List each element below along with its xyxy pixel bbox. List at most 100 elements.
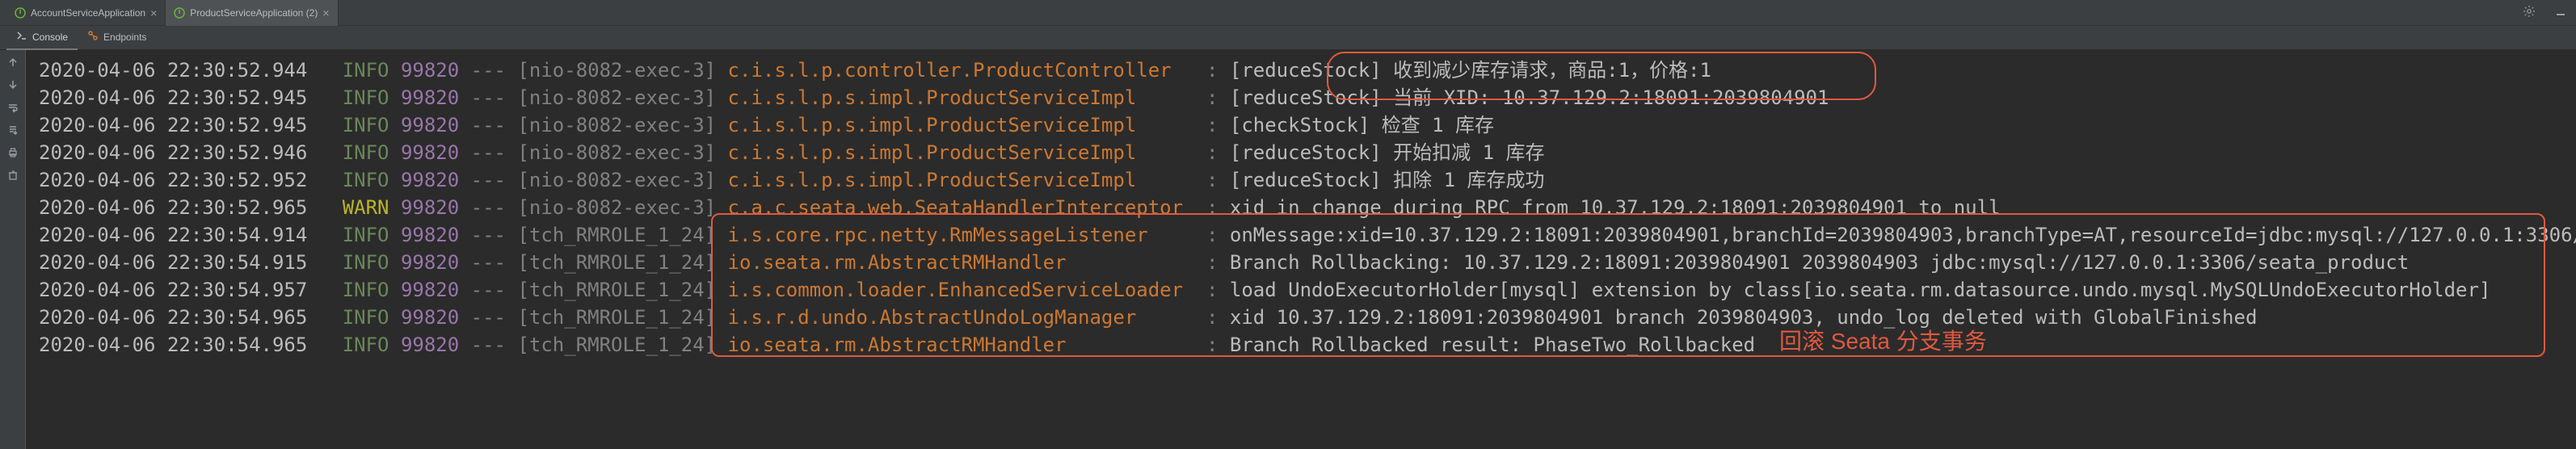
log-level: INFO [307,304,389,331]
log-timestamp: 2020-04-06 22:30:54.915 [39,249,307,276]
log-line: 2020-04-06 22:30:52.946 INFO 99820 --- [… [39,139,2576,166]
log-timestamp: 2020-04-06 22:30:54.957 [39,276,307,304]
minimize-icon[interactable] [2545,6,2576,19]
log-dash: --- [459,249,517,276]
subtab-bar: Console Endpoints [0,26,2576,50]
console-output[interactable]: 2020-04-06 22:30:52.944 INFO 99820 --- [… [26,50,2576,449]
log-dash: --- [459,304,517,331]
down-arrow-icon[interactable] [7,79,19,90]
log-class: io.seata.rm.AbstractRMHandler [716,249,1194,276]
log-class: c.a.c.seata.web.SeataHandlerInterceptor [716,194,1194,221]
log-dash: --- [459,221,517,249]
log-level: INFO [307,249,389,276]
run-config-tabbar: AccountServiceApplication × ProductServi… [0,0,2576,26]
log-dash: --- [459,194,517,221]
clear-icon[interactable] [7,170,19,181]
log-sep: : [1195,276,1230,304]
log-message: [reduceStock] 开始扣减 1 库存 [1230,139,1545,166]
log-message: Branch Rollbacked result: PhaseTwo_Rollb… [1230,331,1755,359]
log-sep: : [1195,331,1230,359]
log-dash: --- [459,331,517,359]
log-timestamp: 2020-04-06 22:30:52.965 [39,194,307,221]
log-message: [reduceStock] 扣除 1 库存成功 [1230,166,1545,194]
log-level: WARN [307,194,389,221]
log-dash: --- [459,111,517,139]
soft-wrap-icon[interactable] [7,102,19,113]
log-level: INFO [307,166,389,194]
log-class: c.i.s.l.p.s.impl.ProductServiceImpl [716,139,1194,166]
log-pid: 99820 [389,166,460,194]
log-timestamp: 2020-04-06 22:30:54.914 [39,221,307,249]
log-class: i.s.r.d.undo.AbstractUndoLogManager [716,304,1194,331]
log-class: c.i.s.l.p.s.impl.ProductServiceImpl [716,166,1194,194]
log-pid: 99820 [389,331,460,359]
log-pid: 99820 [389,304,460,331]
log-message: onMessage:xid=10.37.129.2:18091:20398049… [1230,221,2576,249]
log-line: 2020-04-06 22:30:54.957 INFO 99820 --- [… [39,276,2576,304]
log-dash: --- [459,57,517,84]
log-sep: : [1195,57,1230,84]
gear-icon[interactable] [2513,5,2545,20]
log-thread: [tch_RMROLE_1_24] [517,331,716,359]
tab-product-service[interactable]: ProductServiceApplication (2) × [166,0,338,26]
log-line: 2020-04-06 22:30:54.965 INFO 99820 --- [… [39,304,2576,331]
console-pane: 2020-04-06 22:30:52.944 INFO 99820 --- [… [0,50,2576,449]
log-timestamp: 2020-04-06 22:30:52.946 [39,139,307,166]
log-class: i.s.common.loader.EnhancedServiceLoader [716,276,1194,304]
log-pid: 99820 [389,249,460,276]
log-dash: --- [459,166,517,194]
log-pid: 99820 [389,194,460,221]
log-class: c.i.s.l.p.controller.ProductController [716,57,1194,84]
log-line: 2020-04-06 22:30:52.952 INFO 99820 --- [… [39,166,2576,194]
log-message: xid 10.37.129.2:18091:2039804901 branch … [1230,304,2258,331]
log-timestamp: 2020-04-06 22:30:52.945 [39,84,307,111]
log-thread: [nio-8082-exec-3] [517,84,716,111]
log-sep: : [1195,249,1230,276]
subtab-endpoints[interactable]: Endpoints [78,26,156,50]
log-timestamp: 2020-04-06 22:30:54.965 [39,331,307,359]
log-thread: [tch_RMROLE_1_24] [517,276,716,304]
log-class: i.s.core.rpc.netty.RmMessageListener [716,221,1194,249]
log-thread: [tch_RMROLE_1_24] [517,249,716,276]
spring-boot-icon [15,7,26,19]
log-message: [reduceStock] 当前 XID: 10.37.129.2:18091:… [1230,84,1829,111]
close-icon[interactable]: × [150,7,157,19]
log-line: 2020-04-06 22:30:54.914 INFO 99820 --- [… [39,221,2576,249]
log-level: INFO [307,276,389,304]
log-message: Branch Rollbacking: 10.37.129.2:18091:20… [1230,249,2409,276]
log-thread: [nio-8082-exec-3] [517,194,716,221]
toolbar-gutter [0,50,26,449]
log-timestamp: 2020-04-06 22:30:52.944 [39,57,307,84]
subtab-console[interactable]: Console [6,26,78,50]
log-sep: : [1195,84,1230,111]
log-message: xid in change during RPC from 10.37.129.… [1230,194,2001,221]
log-pid: 99820 [389,111,460,139]
log-sep: : [1195,221,1230,249]
tab-account-service[interactable]: AccountServiceApplication × [6,0,166,26]
tab-label: AccountServiceApplication [31,7,145,19]
log-level: INFO [307,221,389,249]
log-thread: [nio-8082-exec-3] [517,111,716,139]
log-thread: [nio-8082-exec-3] [517,139,716,166]
log-level: INFO [307,139,389,166]
endpoints-icon [87,30,99,44]
log-message: [checkStock] 检查 1 库存 [1230,111,1494,139]
print-icon[interactable] [7,147,19,158]
log-pid: 99820 [389,139,460,166]
log-line: 2020-04-06 22:30:52.944 INFO 99820 --- [… [39,57,2576,84]
scroll-to-end-icon[interactable] [7,124,19,136]
log-class: c.i.s.l.p.s.impl.ProductServiceImpl [716,84,1194,111]
log-dash: --- [459,84,517,111]
log-level: INFO [307,111,389,139]
log-dash: --- [459,139,517,166]
log-thread: [nio-8082-exec-3] [517,57,716,84]
log-thread: [nio-8082-exec-3] [517,166,716,194]
log-message: load UndoExecutorHolder[mysql] extension… [1230,276,2491,304]
log-class: c.i.s.l.p.s.impl.ProductServiceImpl [716,111,1194,139]
close-icon[interactable]: × [322,7,329,19]
up-arrow-icon[interactable] [7,57,19,68]
log-line: 2020-04-06 22:30:52.965 WARN 99820 --- [… [39,194,2576,221]
log-line: 2020-04-06 22:30:52.945 INFO 99820 --- [… [39,84,2576,111]
log-timestamp: 2020-04-06 22:30:52.945 [39,111,307,139]
log-pid: 99820 [389,84,460,111]
